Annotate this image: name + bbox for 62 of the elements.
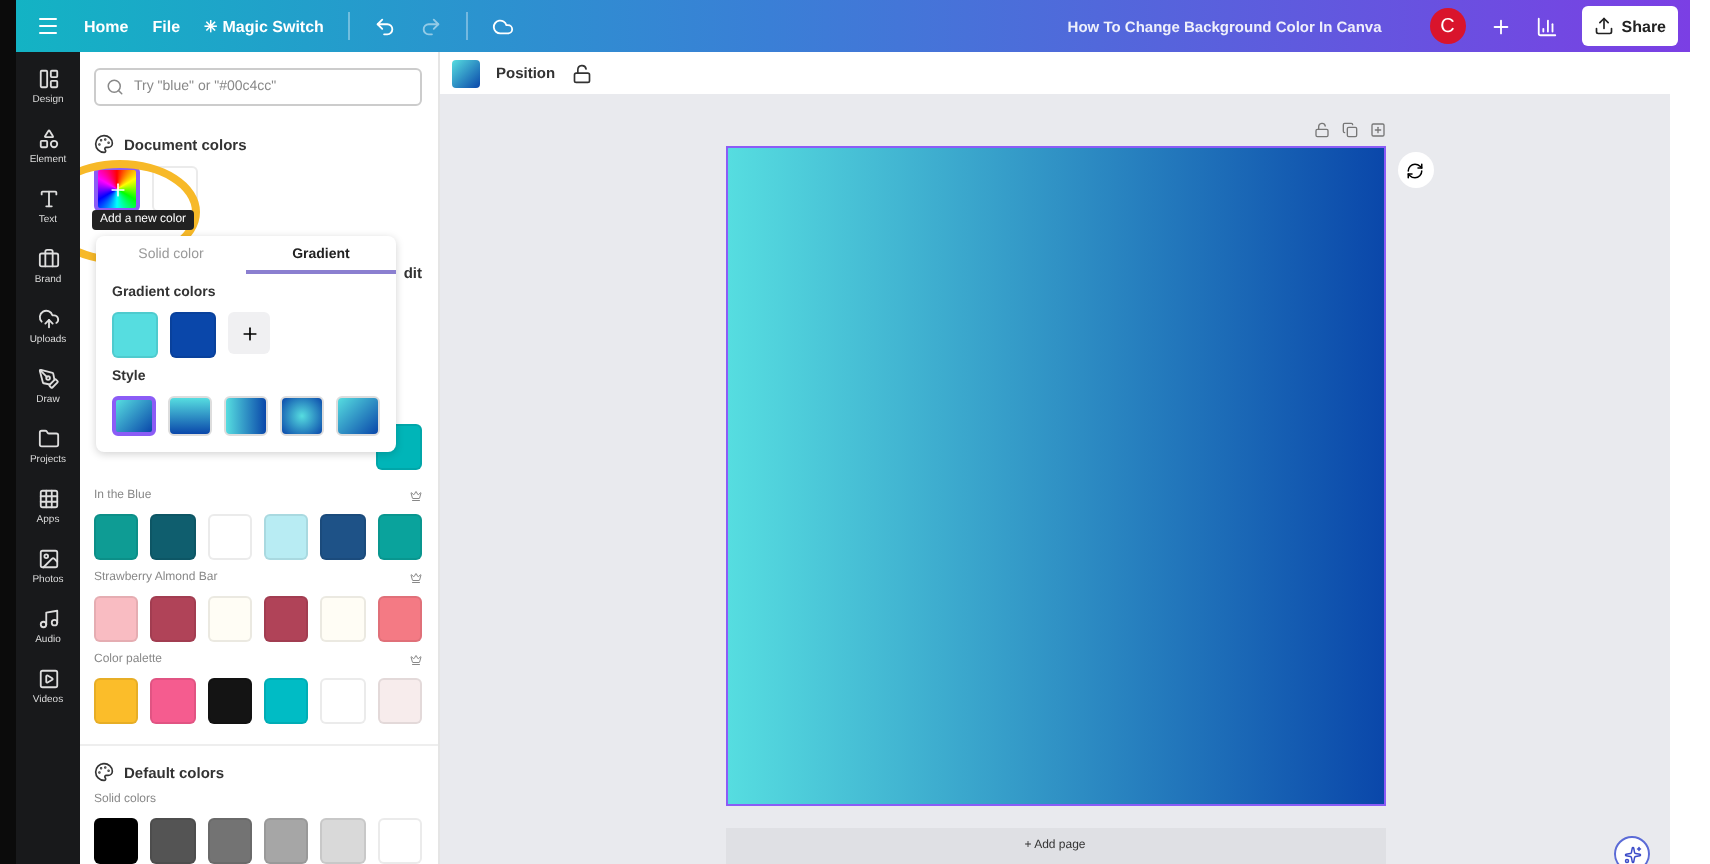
- sparkle-icon: [1623, 845, 1641, 863]
- refresh-icon: [1406, 161, 1424, 179]
- color-swatch[interactable]: [263, 678, 309, 725]
- color-swatch[interactable]: [377, 678, 422, 725]
- cloud-icon: [491, 15, 514, 37]
- color-swatch[interactable]: [377, 514, 422, 561]
- upload-icon: [1593, 16, 1614, 36]
- sparkle-button[interactable]: [1614, 836, 1650, 864]
- add-color-button[interactable]: [94, 166, 140, 212]
- text-icon: [37, 188, 59, 210]
- color-swatch[interactable]: [377, 596, 422, 643]
- color-swatch[interactable]: [150, 596, 196, 643]
- pen-icon: [37, 368, 59, 390]
- add-button[interactable]: [228, 312, 270, 354]
- color-swatch[interactable]: [207, 678, 252, 725]
- color-swatch[interactable]: [94, 596, 139, 643]
- color-swatch[interactable]: [263, 818, 309, 864]
- color-swatch[interactable]: [207, 596, 252, 643]
- refresh-button[interactable]: [1397, 152, 1433, 188]
- color-swatch[interactable]: [94, 678, 139, 725]
- grid-icon: [37, 488, 59, 510]
- design-page[interactable]: [725, 146, 1385, 806]
- add-page-icon[interactable]: [1369, 122, 1385, 138]
- undo-icon[interactable]: [373, 15, 396, 37]
- palette-icon: [94, 762, 114, 782]
- crown-icon: [410, 490, 422, 503]
- color-swatch[interactable]: [112, 312, 158, 358]
- color-swatch[interactable]: [150, 678, 196, 725]
- color-swatch[interactable]: [263, 596, 309, 643]
- color-swatch[interactable]: [320, 596, 366, 643]
- briefcase-icon: [37, 248, 59, 270]
- color-swatch[interactable]: [207, 818, 252, 864]
- color-swatch[interactable]: [320, 514, 366, 561]
- plus-icon: [239, 323, 259, 343]
- image-icon: [37, 548, 59, 570]
- plus-icon: [107, 179, 127, 199]
- lock-icon[interactable]: [571, 63, 592, 83]
- crown-icon: [410, 654, 422, 667]
- color-swatch[interactable]: [94, 514, 139, 561]
- color-swatch[interactable]: [150, 514, 196, 561]
- gradient-style-option[interactable]: [112, 396, 156, 436]
- copy-icon[interactable]: [1341, 122, 1357, 138]
- redo-icon[interactable]: [419, 15, 442, 37]
- cloud-upload-icon: [37, 308, 59, 330]
- crown-icon: [410, 572, 422, 585]
- plus-icon[interactable]: [1489, 15, 1512, 37]
- color-swatch[interactable]: [94, 818, 139, 864]
- color-swatch[interactable]: [263, 514, 309, 561]
- avatar[interactable]: C: [1429, 8, 1466, 44]
- color-swatch[interactable]: [150, 818, 196, 864]
- chart-icon[interactable]: [1535, 15, 1558, 37]
- palette-icon: [94, 134, 114, 154]
- layout-icon: [37, 68, 59, 90]
- share-button[interactable]: Share: [1581, 6, 1678, 46]
- folder-icon: [37, 428, 59, 450]
- menu-icon[interactable]: [36, 14, 60, 38]
- color-swatch[interactable]: [452, 59, 480, 87]
- color-swatch[interactable]: [170, 312, 216, 358]
- color-swatch[interactable]: [320, 818, 366, 864]
- shapes-icon: [37, 128, 59, 150]
- music-icon: [37, 608, 59, 630]
- play-icon: [37, 668, 59, 690]
